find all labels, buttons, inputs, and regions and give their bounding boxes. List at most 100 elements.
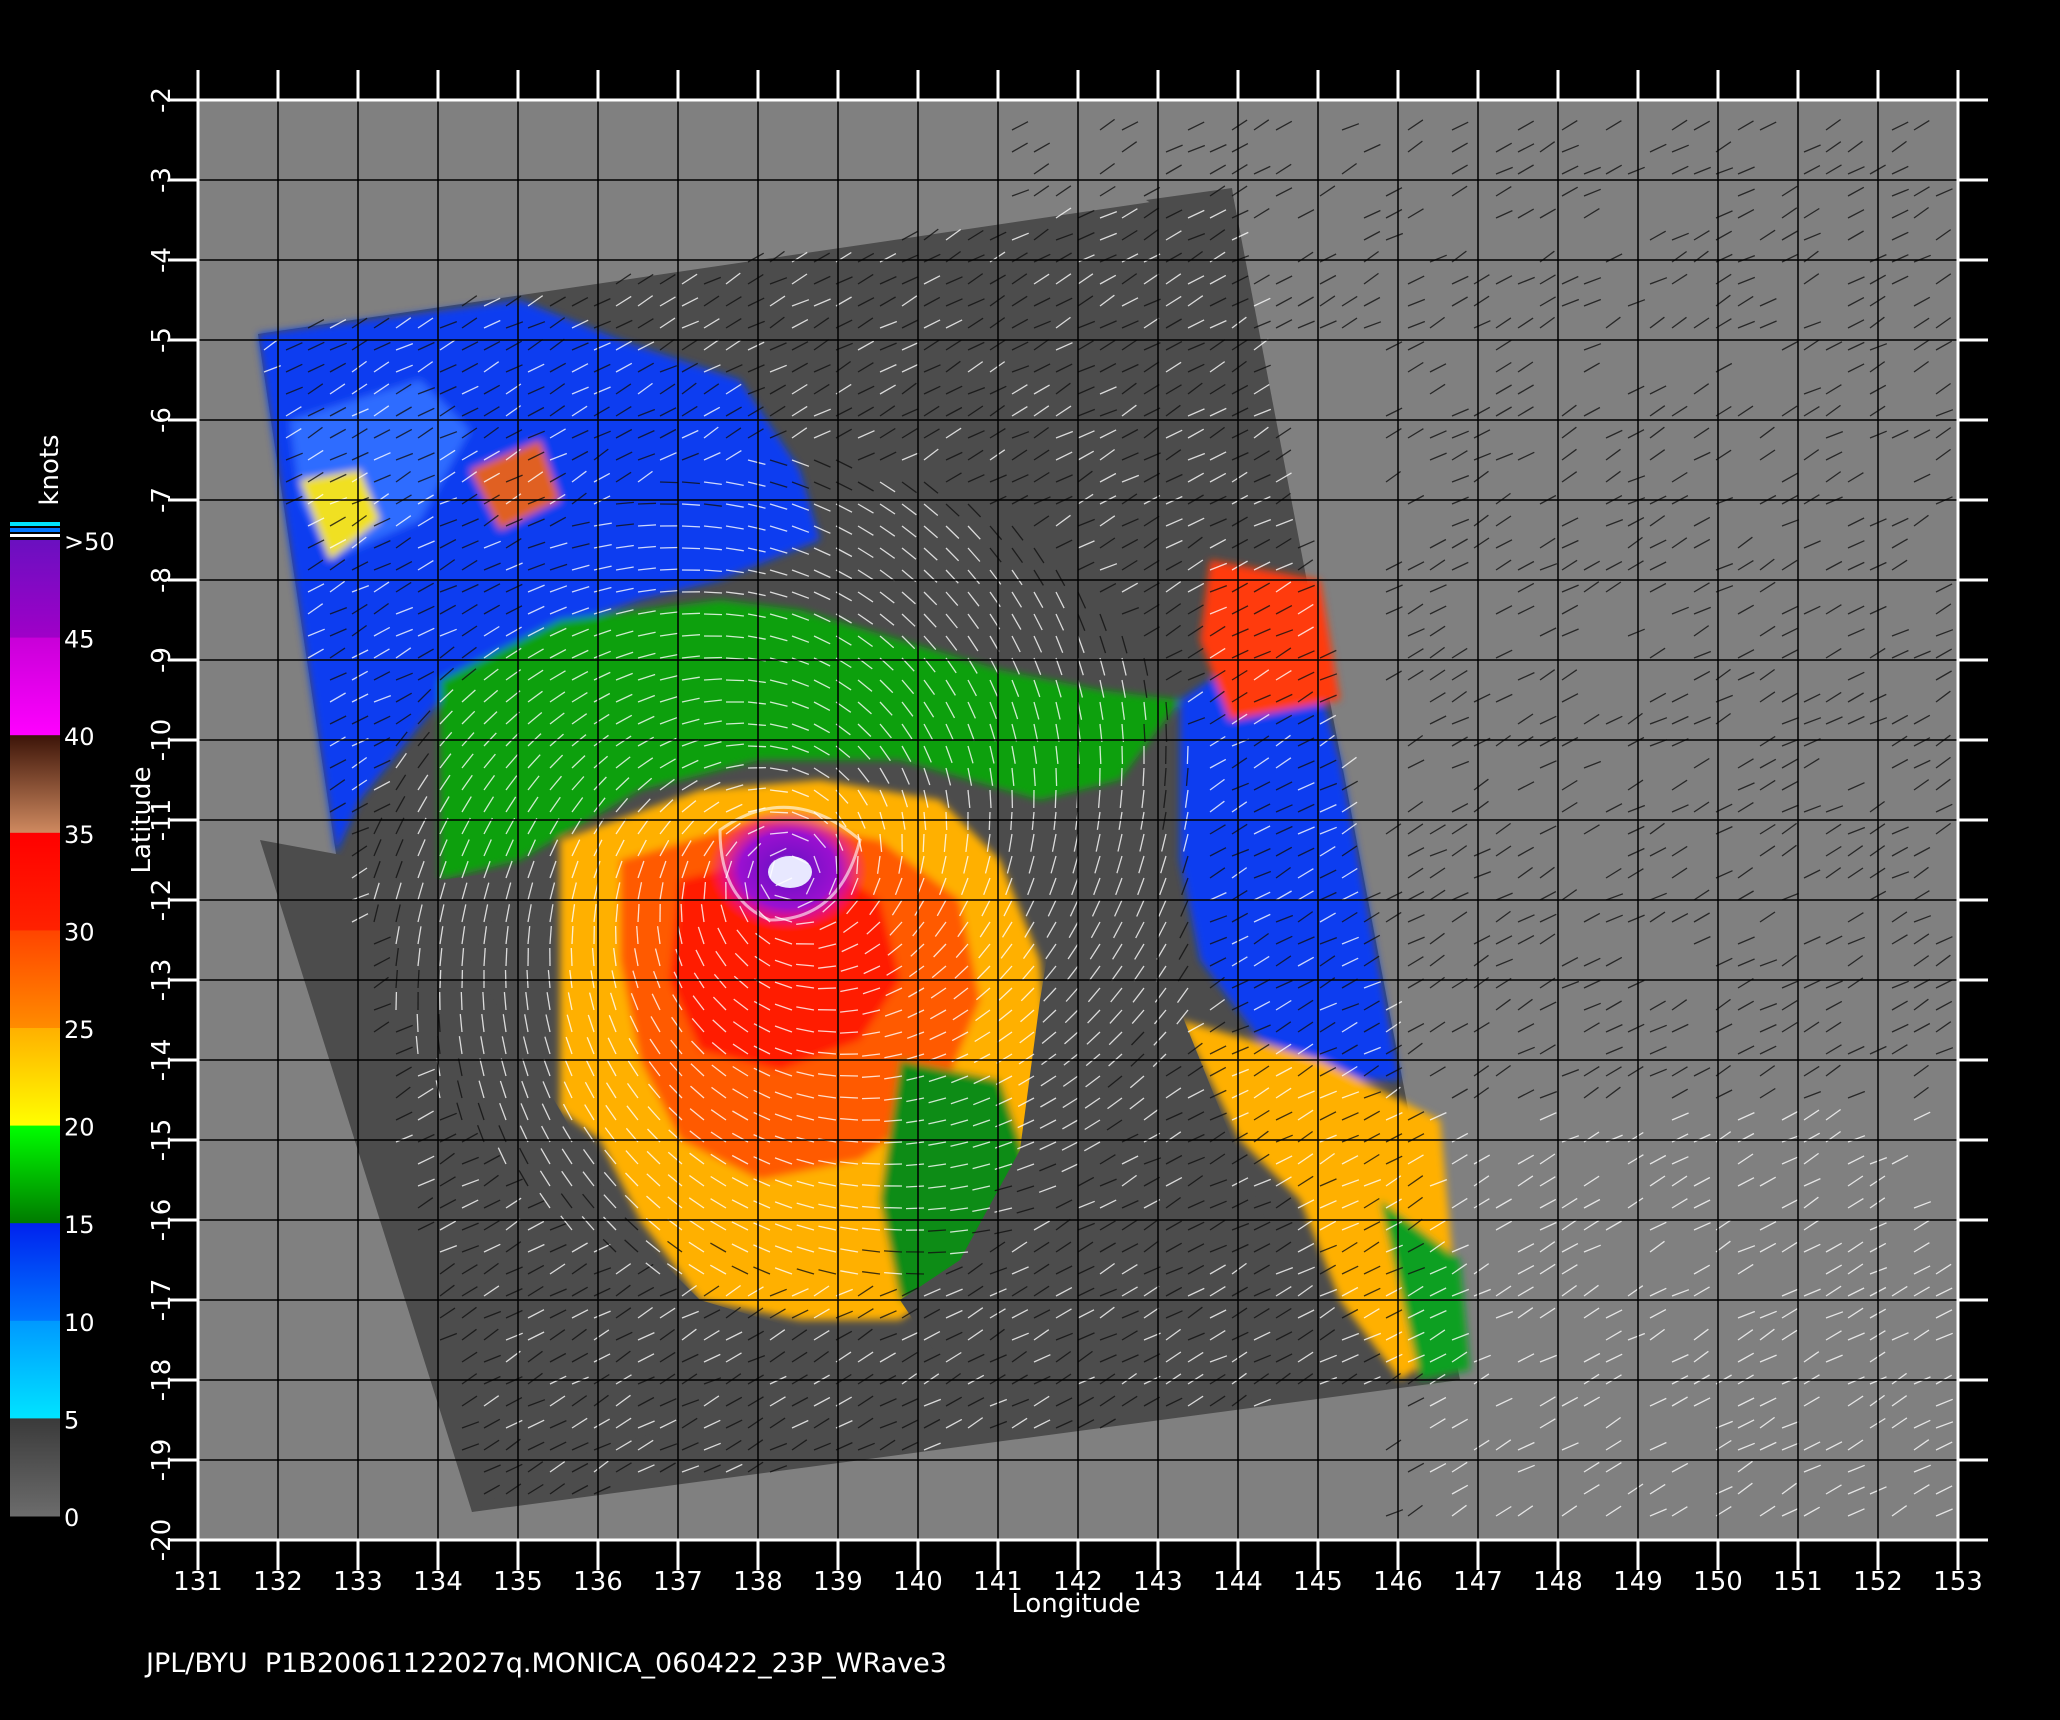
- wind-barb: [922, 833, 925, 853]
- legend-top-marker-3: [10, 534, 60, 537]
- wind-barb: [703, 656, 723, 659]
- wind-barb: [769, 811, 789, 814]
- product-footer-label: JPL/BYU P1B20061122027q.MONICA_060422_23…: [144, 1648, 947, 1679]
- legend-unit-label: knots: [35, 434, 65, 505]
- legend-band-30-35: [10, 832, 60, 931]
- legend-band-10-15: [10, 1223, 60, 1322]
- legend-label: 30: [64, 918, 95, 946]
- legend-band-5-10: [10, 1320, 60, 1419]
- lat-tick-label: -2: [147, 87, 177, 113]
- wind-barb: [1186, 745, 1189, 765]
- wind-barb: [416, 1013, 419, 1033]
- legend-label: 5: [64, 1406, 79, 1434]
- lat-tick-label: -6: [147, 407, 177, 433]
- lon-tick-label: 140: [893, 1567, 943, 1597]
- lat-tick-label: -8: [147, 567, 177, 593]
- wind-barb: [945, 811, 948, 831]
- wind-barb: [725, 679, 745, 682]
- wind-barb: [905, 1207, 925, 1210]
- legend-label: 40: [64, 723, 95, 751]
- wind-barb: [1055, 767, 1058, 787]
- lat-tick-label: -17: [147, 1279, 177, 1321]
- lon-tick-label: 151: [1773, 1567, 1823, 1597]
- legend-label: 45: [64, 626, 95, 654]
- wind-barb: [505, 947, 508, 967]
- lat-tick-label: -18: [147, 1359, 177, 1401]
- x-axis-label: Longitude: [1011, 1589, 1140, 1619]
- wind-barb: [681, 525, 701, 528]
- lat-tick-label: -20: [147, 1519, 177, 1561]
- lon-tick-label: 136: [573, 1567, 623, 1597]
- wind-barb: [439, 969, 442, 989]
- wind-barb: [460, 991, 463, 1011]
- lat-tick-label: -14: [147, 1039, 177, 1081]
- wind-barb: [988, 811, 991, 831]
- wind-map-figure: 131 132 133 134 135 136 137 138 139 140 141 142 143 1…: [0, 0, 2060, 1720]
- lon-tick-label: 138: [733, 1567, 783, 1597]
- lat-tick-label: -7: [147, 487, 177, 513]
- legend-band-20-25: [10, 1028, 60, 1127]
- map-area: [198, 100, 1958, 1540]
- lon-tick-label: 134: [413, 1567, 463, 1597]
- wind-barb: [747, 745, 767, 748]
- wind-barb: [861, 1097, 881, 1100]
- legend-band-0-5: [10, 1418, 60, 1517]
- lat-tick-label: -12: [147, 879, 177, 921]
- legend-top-marker-2: [10, 528, 60, 532]
- wind-barb: [1054, 789, 1057, 809]
- legend-band-40-45: [10, 637, 60, 736]
- wind-barb: [570, 947, 573, 967]
- lat-tick-label: -4: [147, 247, 177, 273]
- lat-tick-label: -15: [147, 1119, 177, 1161]
- lon-tick-label: 144: [1213, 1567, 1263, 1597]
- wind-barb: [1120, 767, 1123, 787]
- wind-barb: [681, 612, 701, 615]
- lon-tick-label: 135: [493, 1567, 543, 1597]
- storm-core: [708, 805, 868, 932]
- wind-barb: [905, 1272, 925, 1275]
- wind-barb: [839, 1096, 859, 1099]
- wind-barb: [883, 1141, 903, 1144]
- wind-barb: [637, 502, 657, 505]
- legend-top-marker: [10, 522, 60, 526]
- lon-tick-label: 149: [1613, 1567, 1663, 1597]
- wind-barb: [725, 722, 745, 725]
- lon-tick-label: 152: [1853, 1567, 1903, 1597]
- legend-band-45-50: [10, 540, 60, 639]
- lon-tick-label: 139: [813, 1567, 863, 1597]
- wind-barb: [681, 547, 701, 550]
- legend-label: >50: [64, 528, 115, 556]
- legend-band-15-20: [10, 1125, 60, 1224]
- wind-barb: [659, 546, 679, 549]
- lon-tick-label: 150: [1693, 1567, 1743, 1597]
- wind-barb: [927, 1251, 947, 1254]
- legend-label: 0: [64, 1504, 79, 1532]
- legend-band-35-40: [10, 735, 60, 834]
- legend-label: 15: [64, 1211, 95, 1239]
- wind-barb: [680, 903, 683, 923]
- lat-tick-label: -9: [147, 647, 177, 673]
- legend-color-bar: [10, 540, 60, 1517]
- lat-tick-label: -10: [147, 719, 177, 761]
- lon-tick-label: 148: [1533, 1567, 1583, 1597]
- legend-label: 10: [64, 1309, 95, 1337]
- lon-tick-label: 133: [333, 1567, 383, 1597]
- lat-tick-label: -16: [147, 1199, 177, 1241]
- lat-tick-label: -5: [147, 327, 177, 353]
- lon-tick-label: 146: [1373, 1567, 1423, 1597]
- wind-barb: [571, 925, 574, 945]
- legend-label: 20: [64, 1114, 95, 1142]
- wind-barb: [504, 969, 507, 989]
- wind-barb: [861, 1162, 881, 1165]
- lat-tick-label: -19: [147, 1439, 177, 1481]
- y-axis-label: Latitude: [127, 766, 157, 873]
- lat-tick-label: -13: [147, 959, 177, 1001]
- lat-tick-label: -3: [147, 167, 177, 193]
- wind-barb: [1099, 745, 1102, 765]
- legend-band-25-30: [10, 930, 60, 1029]
- lon-tick-label: 131: [173, 1567, 223, 1597]
- wind-barb: [659, 568, 679, 571]
- lon-tick-label: 147: [1453, 1567, 1503, 1597]
- wind-barb: [703, 613, 723, 616]
- legend-label: 25: [64, 1016, 95, 1044]
